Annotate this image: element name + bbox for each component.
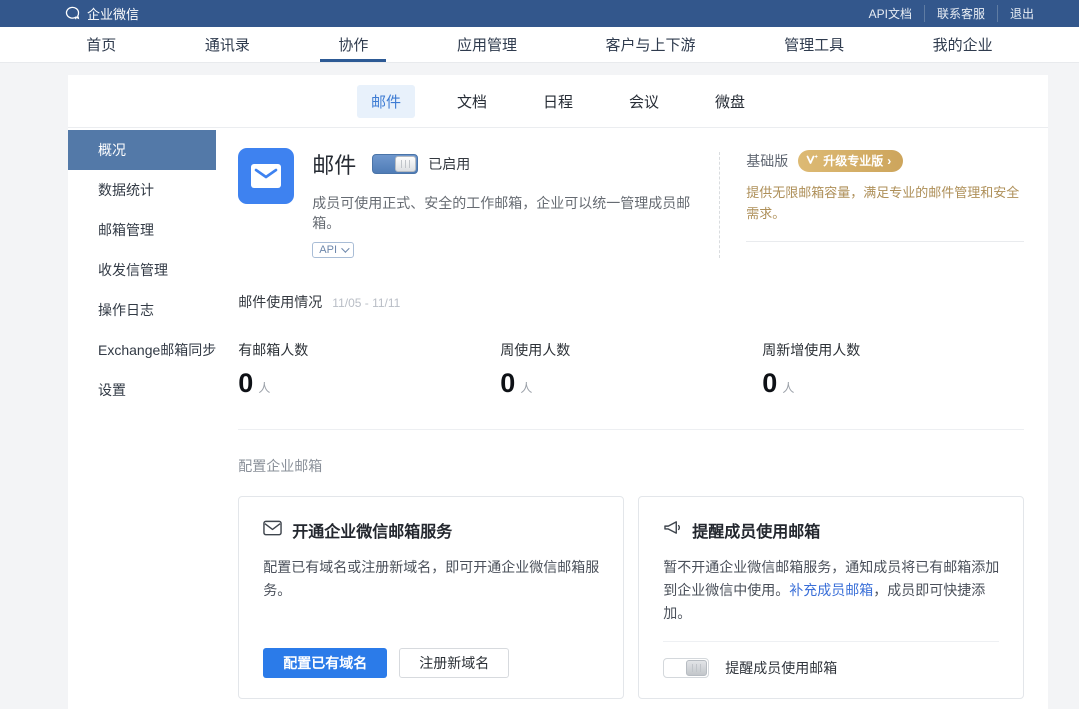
link-contact-support[interactable]: 联系客服 [924, 5, 997, 22]
main-nav: 首页 通讯录 协作 应用管理 客户与上下游 管理工具 我的企业 [0, 27, 1079, 63]
sidebar-item-data-statistics[interactable]: 数据统计 [68, 170, 216, 210]
app-description: 成员可使用正式、安全的工作邮箱，企业可以统一管理成员邮箱。 [312, 193, 693, 233]
card-divider [663, 641, 999, 642]
api-dropdown[interactable]: API [312, 242, 354, 258]
sidebar-item-send-receive-management[interactable]: 收发信管理 [68, 250, 216, 290]
stat-unit: 人 [782, 379, 794, 396]
setup-section: 配置企业邮箱 开通企业微信邮箱服务 [238, 456, 1024, 709]
topbar: 企业微信 API文档 联系客服 退出 [0, 0, 1079, 27]
link-api-docs[interactable]: API文档 [857, 5, 924, 22]
upgrade-pro-button[interactable]: 升级专业版 › [798, 150, 903, 172]
sparkle-v-icon [806, 154, 819, 168]
upgrade-badge-label: 升级专业版 [823, 152, 883, 169]
usage-title: 邮件使用情况 [238, 292, 322, 312]
megaphone-icon [663, 520, 682, 541]
nav-item-contacts[interactable]: 通讯录 [199, 27, 256, 62]
sidebar-item-overview[interactable]: 概况 [68, 130, 216, 170]
stat-value: 0 [500, 368, 515, 399]
stat-label: 周新增使用人数 [762, 340, 1024, 360]
usage-section: 邮件使用情况 11/05 - 11/11 有邮箱人数 0 人 周使用人数 [238, 292, 1024, 430]
wework-logo-icon [64, 5, 81, 22]
tab-docs[interactable]: 文档 [443, 85, 501, 118]
toggle-knob [686, 660, 707, 676]
stat-label: 有邮箱人数 [238, 340, 500, 360]
stat-weekly-new-users: 周新增使用人数 0 人 [762, 340, 1024, 399]
stat-value: 0 [762, 368, 777, 399]
stat-label: 周使用人数 [500, 340, 762, 360]
mail-app-icon [238, 148, 294, 204]
chevron-down-icon [341, 244, 349, 252]
configure-existing-domain-button[interactable]: 配置已有域名 [263, 648, 387, 678]
register-new-domain-button[interactable]: 注册新域名 [399, 648, 509, 678]
brand-name: 企业微信 [87, 4, 139, 23]
brand: 企业微信 [64, 4, 139, 23]
nav-item-admin-tools[interactable]: 管理工具 [778, 27, 850, 62]
plan-name: 基础版 [746, 151, 788, 171]
stat-unit: 人 [520, 379, 532, 396]
setup-section-title: 配置企业邮箱 [238, 456, 1024, 476]
stat-unit: 人 [258, 379, 270, 396]
usage-stats: 有邮箱人数 0 人 周使用人数 0 人 周新增使 [238, 340, 1024, 399]
card-title: 开通企业微信邮箱服务 [292, 518, 452, 542]
nav-item-my-company[interactable]: 我的企业 [927, 27, 999, 62]
sidebar-item-exchange-sync[interactable]: Exchange邮箱同步 [68, 330, 216, 370]
nav-item-customers[interactable]: 客户与上下游 [600, 27, 702, 62]
tab-mail[interactable]: 邮件 [357, 85, 415, 118]
sidebar-item-mailbox-management[interactable]: 邮箱管理 [68, 210, 216, 250]
card-remind-members: 提醒成员使用邮箱 暂不开通企业微信邮箱服务，通知成员将已有邮箱添加到企业微信中使… [638, 496, 1024, 699]
sidebar-item-settings[interactable]: 设置 [68, 370, 216, 410]
remind-toggle-label: 提醒成员使用邮箱 [725, 658, 837, 678]
topbar-links: API文档 联系客服 退出 [857, 5, 1034, 22]
sidebar-item-operation-log[interactable]: 操作日志 [68, 290, 216, 330]
mail-overview-panel: 邮件 已启用 成员可使用正式、安全的工作邮箱，企业可以统一管理成员邮箱。 API… [216, 128, 1052, 709]
desc-text: 业微信中使用。 [691, 582, 789, 598]
stat-weekly-users: 周使用人数 0 人 [500, 340, 762, 399]
envelope-outline-icon [263, 520, 282, 541]
card-description: 配置已有域名或注册新域名，即可开通企业微信邮箱服务。 [263, 556, 599, 602]
add-member-mailbox-link[interactable]: 补充成员邮箱 [789, 582, 873, 598]
collaboration-subtabs: 邮件 文档 日程 会议 微盘 [68, 75, 1048, 128]
upgrade-arrow: › [887, 154, 891, 168]
nav-item-collaboration[interactable]: 协作 [332, 27, 374, 62]
app-header-text: 邮件 已启用 成员可使用正式、安全的工作邮箱，企业可以统一管理成员邮箱。 API [312, 148, 693, 258]
content-container: 邮件 文档 日程 会议 微盘 概况 数据统计 邮箱管理 收发信管理 操作日志 E… [68, 75, 1048, 709]
toggle-state-label: 已启用 [428, 154, 470, 174]
plan-panel: 基础版 升级专业版 › 提供无限邮箱容量，满足 [746, 148, 1024, 242]
stat-value: 0 [238, 368, 253, 399]
toggle-knob [395, 156, 416, 172]
remind-members-toggle[interactable] [663, 658, 709, 678]
tab-drive[interactable]: 微盘 [701, 85, 759, 118]
tab-meeting[interactable]: 会议 [615, 85, 673, 118]
mail-enabled-toggle[interactable] [372, 154, 418, 174]
app-header: 邮件 已启用 成员可使用正式、安全的工作邮箱，企业可以统一管理成员邮箱。 API… [238, 148, 1024, 258]
nav-item-app-management[interactable]: 应用管理 [451, 27, 523, 62]
page-title: 邮件 [312, 148, 356, 180]
nav-item-home[interactable]: 首页 [80, 27, 122, 62]
api-label: API [319, 244, 337, 256]
plan-description: 提供无限邮箱容量，满足专业的邮件管理和安全需求。 [746, 182, 1024, 225]
vertical-divider [719, 152, 720, 258]
link-logout[interactable]: 退出 [997, 5, 1034, 22]
stat-mailbox-count: 有邮箱人数 0 人 [238, 340, 500, 399]
card-open-mail-service: 开通企业微信邮箱服务 配置已有域名或注册新域名，即可开通企业微信邮箱服务。 配置… [238, 496, 624, 699]
mail-sidebar: 概况 数据统计 邮箱管理 收发信管理 操作日志 Exchange邮箱同步 设置 [68, 128, 216, 709]
card-title: 提醒成员使用邮箱 [692, 518, 820, 542]
tab-schedule[interactable]: 日程 [529, 85, 587, 118]
usage-date-range: 11/05 - 11/11 [332, 296, 400, 310]
card-description: 暂不开通企业微信邮箱服务，通知成员将已有邮箱添加到企业微信中使用。补充成员邮箱，… [663, 556, 999, 625]
